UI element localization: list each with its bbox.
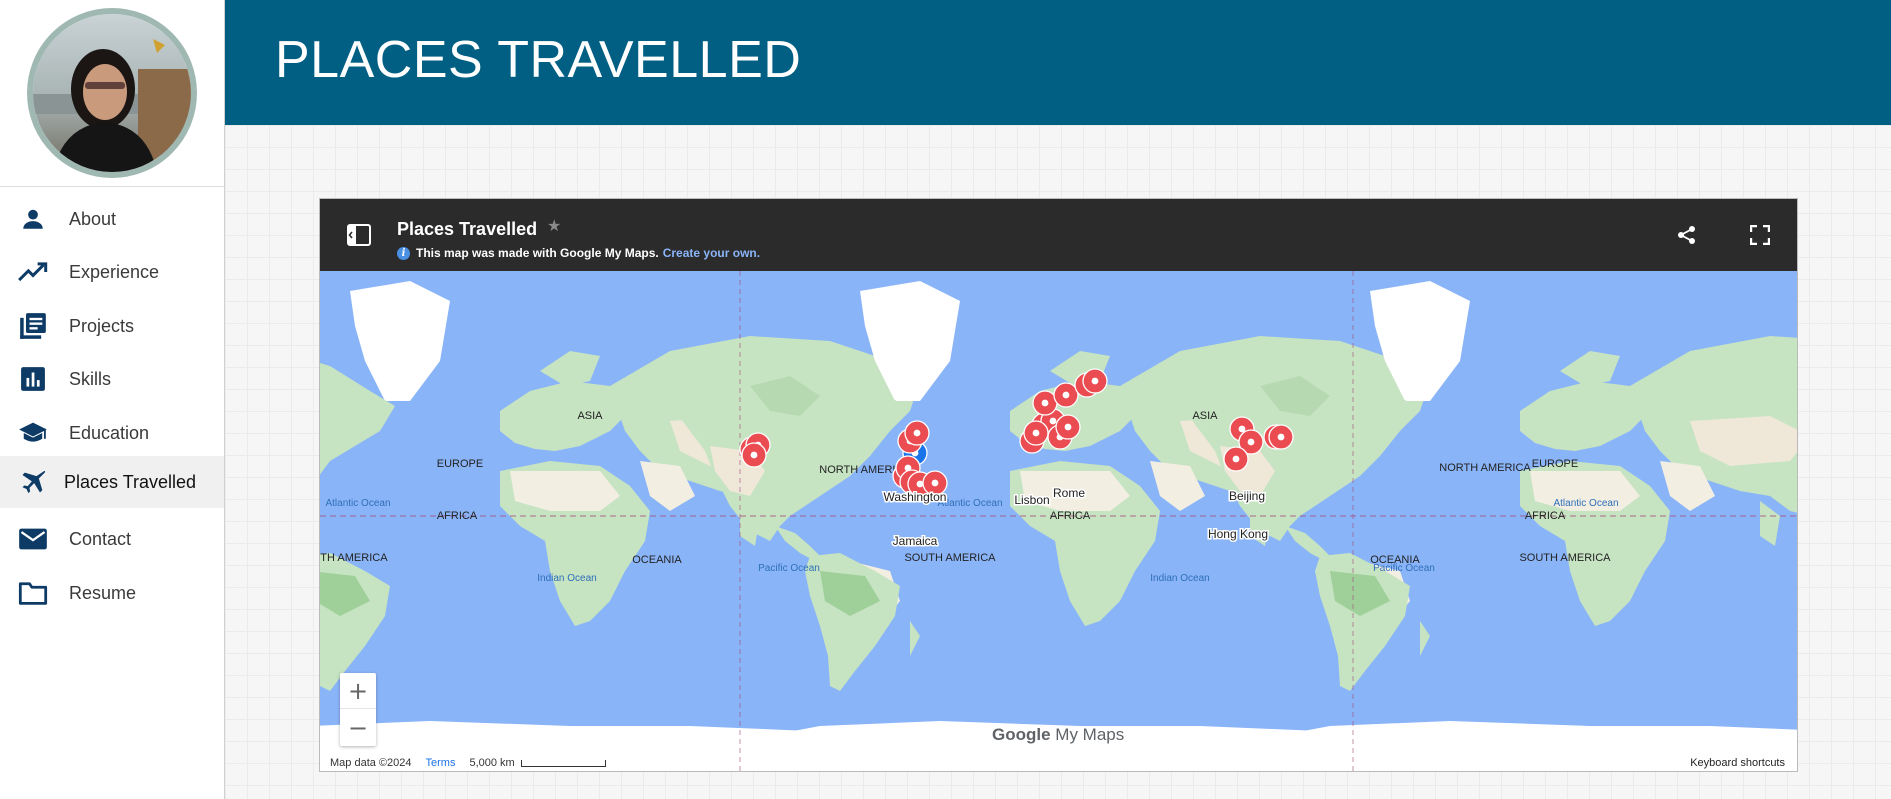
map-label-pacific: Pacific Ocean: [758, 563, 820, 574]
sidebar-item-skills[interactable]: Skills: [0, 356, 224, 402]
person-icon: [18, 204, 48, 234]
sidebar-item-experience[interactable]: Experience: [0, 249, 224, 295]
map-label-atlantic: Atlantic Ocean: [937, 498, 1002, 509]
airplane-icon: [18, 467, 48, 497]
sidebar-item-label: Contact: [69, 528, 132, 549]
bar-chart-icon: [18, 364, 48, 394]
sidebar-item-education[interactable]: Education: [0, 410, 224, 456]
graduation-cap-icon: [18, 418, 48, 448]
embedded-map[interactable]: Places Travelled ★ i This map was made w…: [319, 198, 1798, 772]
map-marker: [1268, 424, 1294, 450]
map-notice: i This map was made with Google My Maps.…: [397, 246, 760, 260]
page-title: PLACES TRAVELLED: [275, 31, 802, 89]
folder-icon: [18, 578, 48, 608]
map-label-europe: EUROPE: [1532, 458, 1578, 470]
map-marker: [1023, 420, 1049, 446]
map-canvas[interactable]: ASIA EUROPE AFRICA SOUTH AMERICA NORTH A…: [320, 271, 1798, 772]
map-label-asia: ASIA: [577, 410, 603, 422]
avatar: [27, 8, 197, 178]
map-marker: [1053, 382, 1079, 408]
zoom-control: + −: [340, 673, 376, 746]
sidebar-item-label: Places Travelled: [64, 471, 197, 492]
sidebar-item-resume[interactable]: Resume: [0, 570, 224, 616]
avatar-container: [0, 0, 224, 187]
map-marker: [1082, 368, 1108, 394]
share-icon[interactable]: [1677, 225, 1697, 250]
map-legend-toggle-icon[interactable]: [346, 223, 372, 252]
star-icon[interactable]: ★: [547, 216, 561, 236]
map-label-south-america: SOUTH AMERICA: [320, 552, 388, 564]
terms-link[interactable]: Terms: [426, 757, 456, 769]
google-my-maps-logo: Google My Maps: [992, 725, 1125, 744]
map-label-south-america: SOUTH AMERICA: [1519, 552, 1611, 564]
sidebar-item-projects[interactable]: Projects: [0, 303, 224, 349]
map-data-text: Map data ©2024: [330, 757, 412, 769]
keyboard-shortcuts-button[interactable]: Keyboard shortcuts: [1684, 755, 1791, 771]
info-icon: i: [397, 246, 410, 260]
map-label-atlantic: Atlantic Ocean: [1553, 498, 1618, 509]
sidebar-item-places-travelled[interactable]: Places Travelled: [0, 456, 224, 508]
map-label-lisbon: Lisbon: [1014, 493, 1049, 507]
map-label-pacific: Pacific Ocean: [1373, 563, 1435, 574]
map-label-africa: AFRICA: [437, 510, 478, 522]
sidebar-item-about[interactable]: About: [0, 196, 224, 242]
map-label-beijing: Beijing: [1229, 489, 1265, 503]
map-label-atlantic: Atlantic Ocean: [325, 498, 390, 509]
map-marker: [741, 442, 767, 468]
mail-icon: [18, 524, 48, 554]
map-label-africa: AFRICA: [1525, 510, 1566, 522]
map-marker: [1223, 446, 1249, 472]
map-label-north-america: NORTH AMERICA: [1439, 462, 1531, 474]
map-label-asia: ASIA: [1192, 410, 1218, 422]
scale-label: 5,000 km: [469, 757, 515, 769]
sidebar-item-label: About: [69, 208, 117, 229]
fullscreen-icon[interactable]: [1749, 224, 1771, 250]
map-label-hong-kong: Hong Kong: [1208, 527, 1268, 541]
map-label-indian: Indian Ocean: [1150, 573, 1210, 584]
sidebar-item-label: Skills: [69, 368, 112, 389]
sidebar: About Experience Projects Skills Educati…: [0, 0, 225, 799]
trending-up-icon: [18, 257, 48, 287]
map-marker: [1055, 414, 1081, 440]
page-header: PLACES TRAVELLED: [225, 0, 1891, 125]
sidebar-item-label: Experience: [69, 261, 160, 282]
map-attribution: Map data ©2024 Terms 5,000 km: [326, 755, 626, 771]
map-label-africa: AFRICA: [1050, 510, 1091, 522]
map-label-oceania: OCEANIA: [632, 554, 682, 566]
sidebar-item-label: Resume: [69, 582, 137, 603]
map-label-south-america: SOUTH AMERICA: [904, 552, 996, 564]
articles-icon: [18, 311, 48, 341]
map-marker: [904, 420, 930, 446]
sidebar-item-contact[interactable]: Contact: [0, 516, 224, 562]
map-label-jamaica: Jamaica: [893, 534, 938, 548]
map-title: Places Travelled: [397, 219, 538, 239]
sidebar-item-label: Education: [69, 422, 150, 443]
map-header: Places Travelled ★ i This map was made w…: [320, 199, 1797, 271]
scale-bar: [520, 759, 606, 767]
zoom-out-button[interactable]: −: [340, 710, 376, 746]
sidebar-item-label: Projects: [69, 315, 135, 336]
map-label-indian: Indian Ocean: [537, 573, 597, 584]
map-notice-text: This map was made with Google My Maps.: [416, 246, 659, 260]
map-label-rome: Rome: [1053, 486, 1085, 500]
map-label-washington: Washington: [884, 490, 947, 504]
create-your-own-link[interactable]: Create your own.: [663, 246, 760, 260]
map-label-europe: EUROPE: [437, 458, 483, 470]
zoom-in-button[interactable]: +: [340, 673, 376, 709]
